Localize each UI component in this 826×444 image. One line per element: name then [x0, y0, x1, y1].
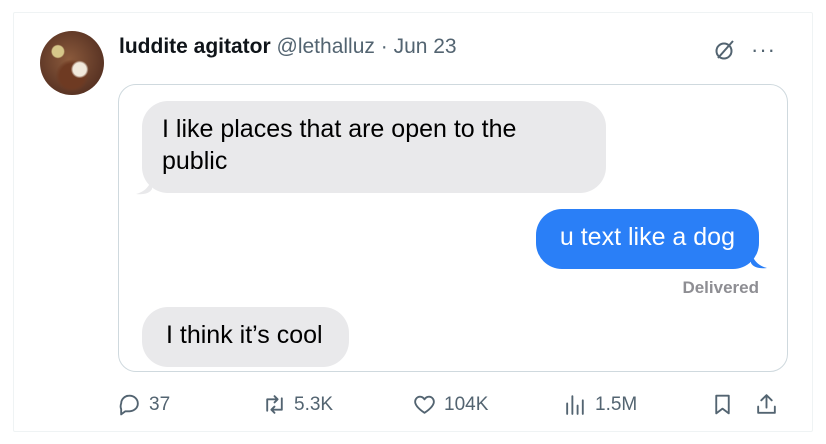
repost-button[interactable]: 5.3K [262, 392, 333, 417]
bubble-tail-icon [751, 251, 767, 269]
share-icon [757, 394, 776, 414]
avatar[interactable] [40, 31, 104, 95]
author-name[interactable]: luddite agitator [119, 35, 271, 58]
message-screenshot-card[interactable]: I like places that are open to the publi… [118, 84, 788, 372]
like-icon [414, 395, 435, 414]
reply-button[interactable]: 37 [117, 392, 170, 417]
separator: · [374, 35, 394, 58]
share-button[interactable] [754, 392, 779, 417]
views-button[interactable]: 1.5M [563, 392, 637, 417]
tweet-header: luddite agitator @lethalluz · Jun 23 [119, 33, 457, 61]
header-actions: ··· [713, 38, 776, 62]
like-button[interactable]: 104K [412, 392, 488, 417]
views-icon [566, 395, 584, 415]
grok-icon[interactable] [713, 38, 737, 62]
views-count: 1.5M [595, 393, 638, 415]
reply-icon [119, 394, 139, 416]
message-bubble-received: I like places that are open to the publi… [142, 101, 606, 193]
bookmark-button[interactable] [710, 392, 735, 417]
repost-icon [266, 395, 283, 414]
repost-count: 5.3K [294, 393, 334, 415]
bubble-tail-icon [136, 177, 152, 195]
tweet-date[interactable]: Jun 23 [394, 35, 457, 58]
author-handle[interactable]: @lethalluz [277, 35, 375, 58]
tweet-actions: 37 5.3K 104K 1.5M [117, 392, 787, 422]
bookmark-icon [715, 394, 730, 415]
message-bubble-sent: u text like a dog [535, 209, 759, 269]
like-count: 104K [444, 393, 489, 415]
reply-count: 37 [149, 393, 171, 415]
more-icon[interactable]: ··· [751, 39, 776, 61]
delivered-status: Delivered [682, 278, 759, 297]
message-bubble-received: I think it’s cool [142, 307, 349, 367]
